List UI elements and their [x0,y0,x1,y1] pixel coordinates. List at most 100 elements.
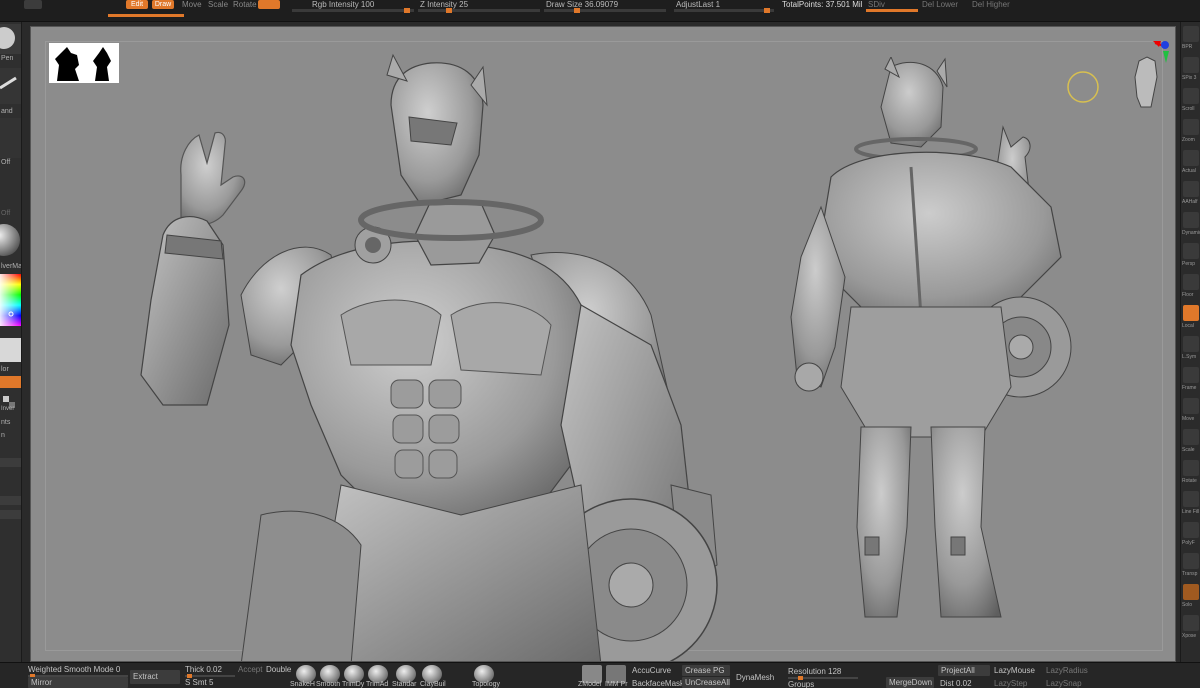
shelf-button-spix-3[interactable] [1183,57,1199,73]
shelf-button-aahalf[interactable] [1183,181,1199,197]
shelf-label: Local [1182,323,1194,329]
weighted-smooth-slider[interactable]: Weighted Smooth Mode 0 [28,665,120,674]
color-picker-gradient [0,274,21,326]
sdiv-slider[interactable] [866,9,918,12]
fill-color-button[interactable] [0,376,21,388]
shelf-label: BPR [1182,44,1193,50]
shelf-button-line-fill[interactable] [1183,491,1199,507]
shelf-button-l-sym[interactable] [1183,336,1199,352]
tray-slider-3[interactable] [0,510,21,519]
del-lower-button[interactable]: Del Lower [922,0,958,9]
slider-knob[interactable] [446,8,452,13]
backface-mask-toggle[interactable]: BackfaceMask [632,679,684,688]
x-axis-icon [1153,41,1161,47]
shelf-button-transp[interactable] [1183,553,1199,569]
n-label: n [1,432,5,439]
shelf-button-move[interactable] [1183,398,1199,414]
shelf-label: Rotate [1182,478,1197,484]
shelf-button-rotate[interactable] [1183,460,1199,476]
total-points-readout: TotalPoints: 37.501 Mil [782,0,863,9]
uncrease-all-button[interactable]: UnCreaseAll [682,677,730,688]
material-swatch-button[interactable] [258,0,280,9]
brush-label-topology: Topology [472,681,501,688]
del-higher-button[interactable]: Del Higher [972,0,1010,9]
slider-knob[interactable] [404,8,410,13]
extract-button[interactable]: Extract [130,670,180,684]
shelf-label: Zoom [1182,137,1195,143]
tray-slider-1[interactable] [0,458,21,467]
shelf-button-scroll[interactable] [1183,88,1199,104]
dist-slider[interactable]: Dist 0.02 [940,679,972,688]
adjust-last-slider[interactable] [674,8,774,13]
tab-rotate[interactable]: Rotate [233,0,257,9]
shelf-button-polyf[interactable] [1183,522,1199,538]
shelf-button-local[interactable] [1183,305,1199,321]
resolution-track[interactable] [788,676,858,680]
stroke-selector[interactable] [0,68,21,104]
shelf-button-persp[interactable] [1183,243,1199,259]
shelf-button-frame[interactable] [1183,367,1199,383]
double-button[interactable]: Double [266,665,291,674]
document-canvas[interactable] [30,26,1176,662]
dynamesh-button[interactable]: DynaMesh [736,673,774,682]
alpha-selector[interactable] [0,118,21,158]
tab-edit[interactable]: Edit [126,0,148,9]
mirror-button[interactable]: Mirror [28,677,128,688]
resolution-slider[interactable]: Resolution 128 [788,667,841,676]
draw-size-slider[interactable] [544,8,666,13]
shelf-label: SPix 3 [1182,75,1197,81]
material-selector[interactable] [0,220,21,260]
shelf-button-actual[interactable] [1183,150,1199,166]
lazy-step-slider[interactable]: LazyStep [994,679,1027,688]
stroke-icon [0,76,17,90]
brush-label-claybuild: ClayBuil [420,681,446,688]
rgb-intensity-slider[interactable] [292,8,414,13]
shelf-button-solo[interactable] [1183,584,1199,600]
shelf-button-xpose[interactable] [1183,615,1199,631]
shelf-button-dynamic[interactable] [1183,212,1199,228]
active-tab-underline [108,14,184,17]
brush-selector[interactable] [0,24,21,54]
shelf-button-scale[interactable] [1183,429,1199,445]
main-color-swatch[interactable] [0,338,21,362]
z-intensity-label: Z Intensity 25 [420,0,469,9]
left-tray: Pen and Off Off lverMat lor Inver nts n [0,22,22,662]
shelf-label: Persp [1182,261,1196,267]
color-picker[interactable] [0,274,21,326]
tab-move[interactable]: Move [182,0,202,9]
tab-scale[interactable]: Scale [208,0,228,9]
thick-slider[interactable]: Thick 0.02 [185,665,222,674]
texture-label: Off [1,210,11,217]
s-smt-slider[interactable]: S Smt 5 [185,678,213,687]
slider-knob[interactable] [764,8,770,13]
thick-track[interactable] [185,674,235,678]
project-all-button[interactable]: ProjectAll [938,665,990,676]
brush-label-trimad: TrimAd [366,681,389,688]
shelf-button-floor[interactable] [1183,274,1199,290]
draw-size-label: Draw Size 36.09079 [546,0,619,9]
tab-edit-indicator[interactable] [24,0,42,9]
z-axis-icon [1161,41,1169,49]
brush-label-imm: IMM Pr [605,681,628,688]
tab-draw[interactable]: Draw [152,0,174,9]
shelf-label: Xpose [1182,633,1197,639]
lazy-radius-slider[interactable]: LazyRadius [1046,666,1088,675]
accucurve-toggle[interactable]: AccuCurve [632,666,671,675]
shelf-button-zoom[interactable] [1183,119,1199,135]
character-back-sculpt [790,57,1072,618]
merge-down-button[interactable]: MergeDown [886,677,934,688]
tray-slider-2[interactable] [0,496,21,505]
z-intensity-slider[interactable] [418,8,540,13]
lazy-snap-slider[interactable]: LazySnap [1046,679,1082,688]
invert-label: Inver [1,406,15,412]
shelf-label: Actual [1182,168,1196,174]
slider-knob[interactable] [574,8,580,13]
zbrush-window: Edit Draw Move Scale Rotate Rgb Intensit… [0,0,1200,688]
groups-toggle[interactable]: Groups [788,680,814,688]
lazy-mouse-toggle[interactable]: LazyMouse [994,666,1035,675]
top-toolbar: Edit Draw Move Scale Rotate Rgb Intensit… [0,0,1200,22]
brush-label-zmodeler: ZModel [578,681,602,688]
accept-button[interactable]: Accept [238,665,262,674]
crease-pg-button[interactable]: Crease PG [682,665,730,676]
shelf-button-bpr[interactable] [1183,26,1199,42]
